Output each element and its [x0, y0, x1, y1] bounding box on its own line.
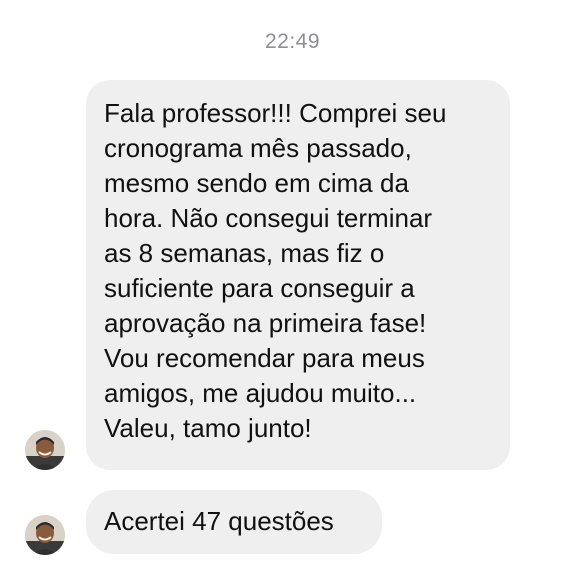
sender-avatar[interactable]	[25, 515, 65, 555]
message-timestamp: 22:49	[264, 30, 321, 53]
person-avatar-icon	[25, 515, 65, 555]
message-bubble[interactable]: Acertei 47 questões	[86, 490, 382, 554]
message-bubble[interactable]: Fala professor!!! Comprei seu cronograma…	[86, 80, 510, 470]
sender-avatar[interactable]	[25, 430, 65, 470]
person-avatar-icon	[25, 430, 65, 470]
